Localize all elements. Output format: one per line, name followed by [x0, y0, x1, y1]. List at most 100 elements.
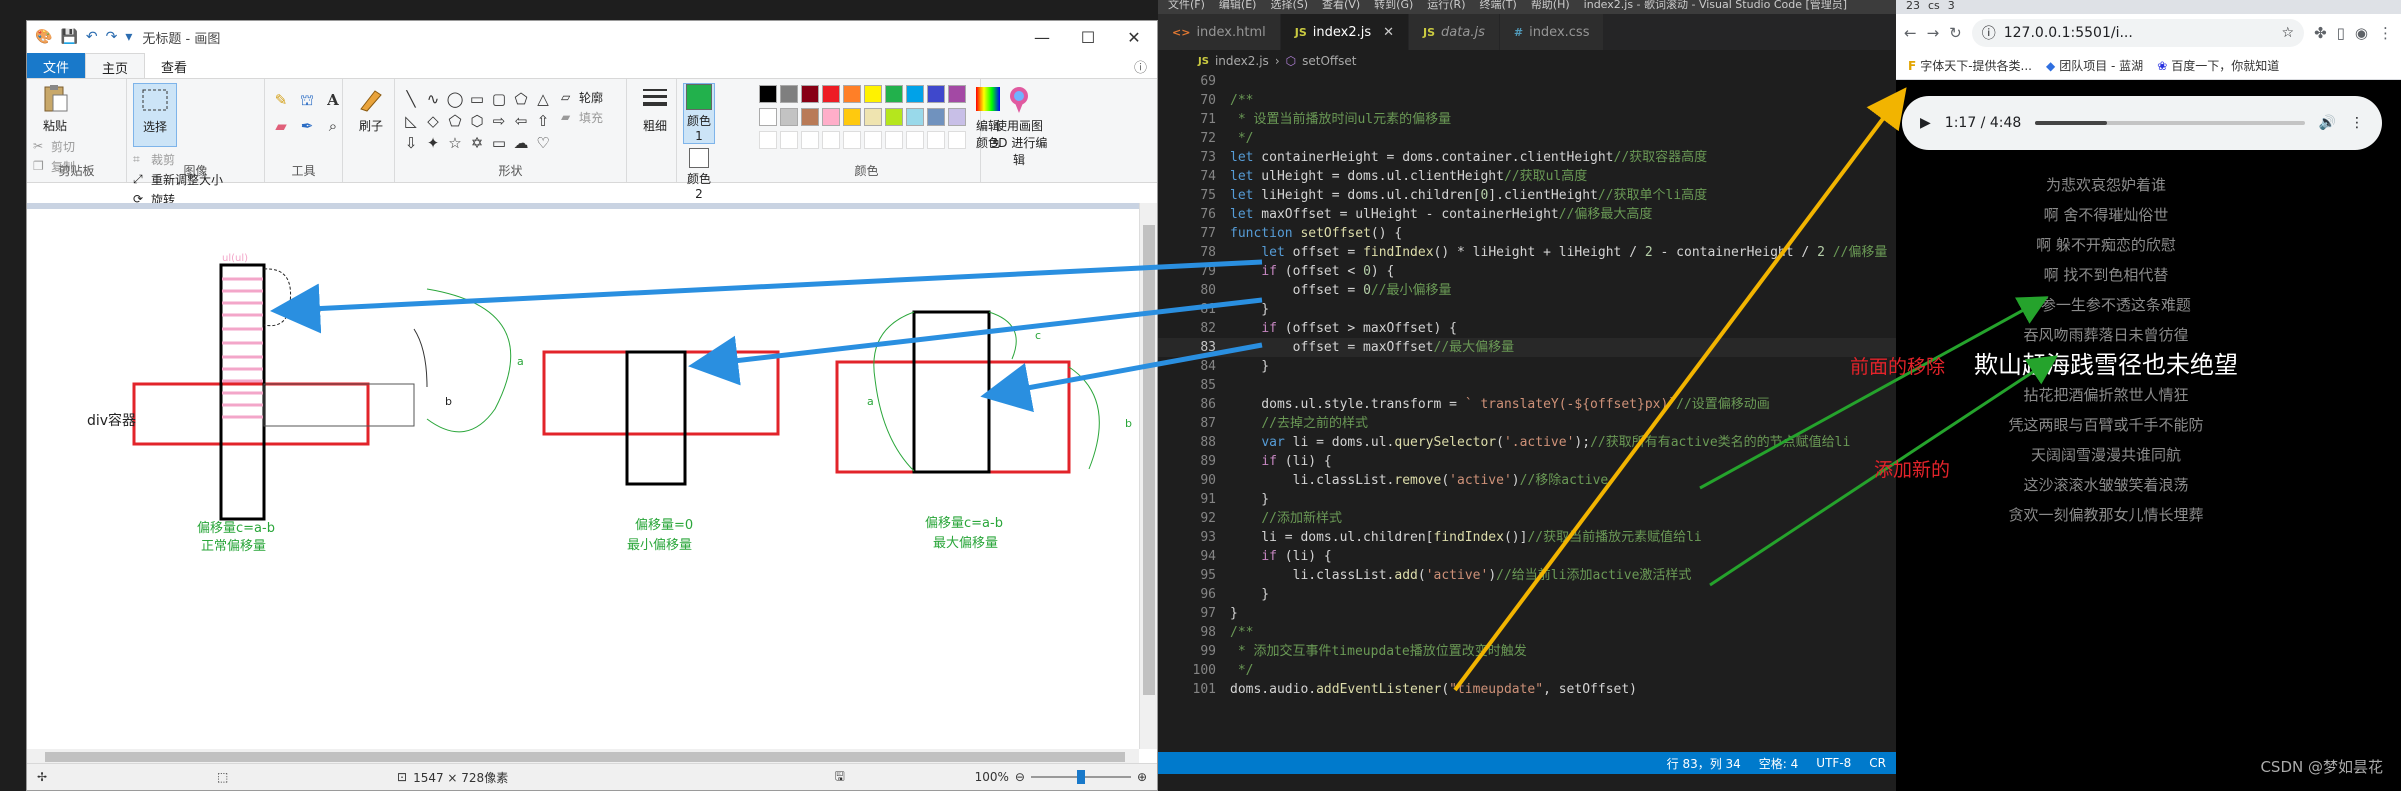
drawing-canvas[interactable]: div容器 ul(ul) c b a 偏移量c=a-b 正常偏移量 偏移量=0 … — [27, 209, 1139, 763]
code-line[interactable]: 98 /** — [1158, 623, 1896, 642]
empty-color-slot[interactable] — [801, 131, 819, 149]
code-line[interactable]: 89 if (li) { — [1158, 452, 1896, 471]
size-button[interactable]: 粗细 — [633, 83, 677, 134]
color-swatch[interactable] — [843, 85, 861, 103]
empty-color-slot[interactable] — [948, 131, 966, 149]
right-triangle-shape-icon[interactable]: ◺ — [401, 111, 421, 131]
code-line[interactable]: 86 doms.ul.style.transform = ` translate… — [1158, 395, 1896, 414]
color-swatch[interactable] — [759, 85, 777, 103]
line-ending[interactable]: CR — [1869, 756, 1886, 770]
zoom-slider[interactable] — [1030, 770, 1131, 784]
line-shape-icon[interactable]: ╲ — [401, 89, 421, 109]
code-line[interactable]: 72 */ — [1158, 129, 1896, 148]
bookmark-item[interactable]: ◆ 团队项目 - 蓝湖 — [2046, 57, 2143, 74]
color-swatch[interactable] — [885, 85, 903, 103]
code-line[interactable]: 91 } — [1158, 490, 1896, 509]
color-swatch[interactable] — [948, 108, 966, 126]
profile-icon[interactable]: ◉ — [2355, 24, 2368, 42]
code-line[interactable]: 76 let maxOffset = ulHeight - containerHe… — [1158, 205, 1896, 224]
forward-icon[interactable]: → — [1927, 24, 1940, 42]
empty-color-slot[interactable] — [843, 131, 861, 149]
volume-icon[interactable]: 🔊 — [2319, 115, 2336, 131]
code-line[interactable]: 97} — [1158, 604, 1896, 623]
curve-shape-icon[interactable]: ∿ — [423, 89, 443, 109]
tab-index-css[interactable]: # index.css — [1499, 14, 1605, 50]
color-swatch[interactable] — [927, 108, 945, 126]
code-line[interactable]: 71 * 设置当前播放时间ul元素的偏移量 — [1158, 110, 1896, 129]
zoom-slider-thumb[interactable] — [1076, 770, 1085, 784]
code-line[interactable]: 79 if (offset < 0) { — [1158, 262, 1896, 281]
outline-button[interactable]: ▱ 轮廓 — [561, 87, 603, 107]
fill-button[interactable]: ▰ 填充 — [561, 107, 603, 127]
oval-shape-icon[interactable]: ◯ — [445, 89, 465, 109]
play-icon[interactable]: ▶ — [1920, 115, 1931, 131]
pencil-icon[interactable]: ✎ — [271, 91, 291, 111]
tab-home[interactable]: 主页 — [85, 53, 146, 78]
color-swatch[interactable] — [822, 108, 840, 126]
eraser-icon[interactable]: ▰ — [271, 117, 291, 135]
code-line[interactable]: 96 } — [1158, 585, 1896, 604]
code-line[interactable]: 73 let containerHeight = doms.container.c… — [1158, 148, 1896, 167]
magnifier-icon[interactable]: ⌕ — [323, 117, 343, 135]
empty-color-slot[interactable] — [927, 131, 945, 149]
vertical-scroll-thumb[interactable] — [1143, 225, 1155, 695]
reload-icon[interactable]: ↻ — [1949, 24, 1962, 42]
customize-toolbar-icon[interactable]: ▾ — [125, 29, 132, 45]
empty-color-slot[interactable] — [906, 131, 924, 149]
color-swatch[interactable] — [906, 85, 924, 103]
tab-view[interactable]: 查看 — [145, 53, 203, 78]
color-swatch[interactable] — [801, 108, 819, 126]
menu-item[interactable]: 终端(T) — [1480, 0, 1517, 11]
rectangle-shape-icon[interactable]: ▭ — [467, 89, 487, 109]
horizontal-scroll-thumb[interactable] — [45, 752, 1125, 762]
color-swatch[interactable] — [906, 108, 924, 126]
brushes-button[interactable]: 刷子 — [349, 83, 393, 134]
code-line[interactable]: 88 var li = doms.ul.querySelector('.acti… — [1158, 433, 1896, 452]
hexagon-shape-icon[interactable]: ⬡ — [467, 111, 487, 131]
empty-color-slot[interactable] — [780, 131, 798, 149]
code-line[interactable]: 90 li.classList.remove('active')//移除acti… — [1158, 471, 1896, 490]
minimize-button[interactable]: — — [1019, 28, 1065, 47]
color1-button[interactable]: 颜色 1 — [683, 83, 715, 144]
code-line[interactable]: 70 /** — [1158, 91, 1896, 110]
browser-tab[interactable]: 3 — [1948, 0, 1955, 14]
browser-tab[interactable]: cs — [1928, 0, 1940, 14]
cloud-callout-shape-icon[interactable]: ☁ — [511, 133, 531, 153]
help-icon[interactable]: ⓘ — [1124, 53, 1157, 78]
paste-button[interactable]: 粘贴 — [33, 83, 77, 134]
extensions-icon[interactable]: ✤ — [2314, 24, 2327, 42]
code-line[interactable]: 101 doms.audio.addEventListener("timeupda… — [1158, 680, 1896, 699]
cursor-position[interactable]: 行 83，列 34 — [1667, 755, 1741, 772]
star6-shape-icon[interactable]: ✡ — [467, 133, 487, 153]
close-button[interactable]: ✕ — [1111, 28, 1157, 47]
empty-color-slot[interactable] — [864, 131, 882, 149]
up-arrow-shape-icon[interactable]: ⇧ — [533, 111, 553, 131]
empty-color-slot[interactable] — [759, 131, 777, 149]
triangle-shape-icon[interactable]: △ — [533, 89, 553, 109]
code-line[interactable]: 82 if (offset > maxOffset) { — [1158, 319, 1896, 338]
code-line[interactable]: 77 function setOffset() { — [1158, 224, 1896, 243]
heart-shape-icon[interactable]: ♡ — [533, 133, 553, 153]
tab-index2-js[interactable]: JS index2.js ✕ — [1280, 14, 1410, 50]
select-button[interactable]: 选择 — [133, 83, 177, 147]
encoding[interactable]: UTF-8 — [1816, 756, 1851, 770]
bookmark-star-icon[interactable]: ☆ — [2282, 25, 2295, 41]
menu-item[interactable]: 转到(G) — [1374, 0, 1413, 11]
sidepanel-icon[interactable]: ▯ — [2337, 24, 2345, 42]
code-line[interactable]: 87 //去掉之前的样式 — [1158, 414, 1896, 433]
tab-data-js[interactable]: JS data.js — [1409, 14, 1500, 50]
zoom-in-icon[interactable]: ⊕ — [1137, 770, 1147, 784]
zoom-out-icon[interactable]: ⊖ — [1015, 770, 1025, 784]
info-icon[interactable]: ⓘ — [1982, 23, 1996, 43]
polygon-shape-icon[interactable]: ⬠ — [511, 89, 531, 109]
color-swatch[interactable] — [927, 85, 945, 103]
undo-icon[interactable]: ↶ — [86, 29, 98, 45]
code-line[interactable]: 75 let liHeight = doms.ul.children[0].cli… — [1158, 186, 1896, 205]
color2-button[interactable]: 颜色 2 — [683, 144, 715, 201]
color-swatch[interactable] — [759, 108, 777, 126]
code-line[interactable]: 100 */ — [1158, 661, 1896, 680]
bookmark-item[interactable]: F 字体天下-提供各类... — [1908, 57, 2032, 74]
color-swatch[interactable] — [864, 108, 882, 126]
menu-item[interactable]: 选择(S) — [1270, 0, 1308, 11]
right-arrow-shape-icon[interactable]: ⇨ — [489, 111, 509, 131]
